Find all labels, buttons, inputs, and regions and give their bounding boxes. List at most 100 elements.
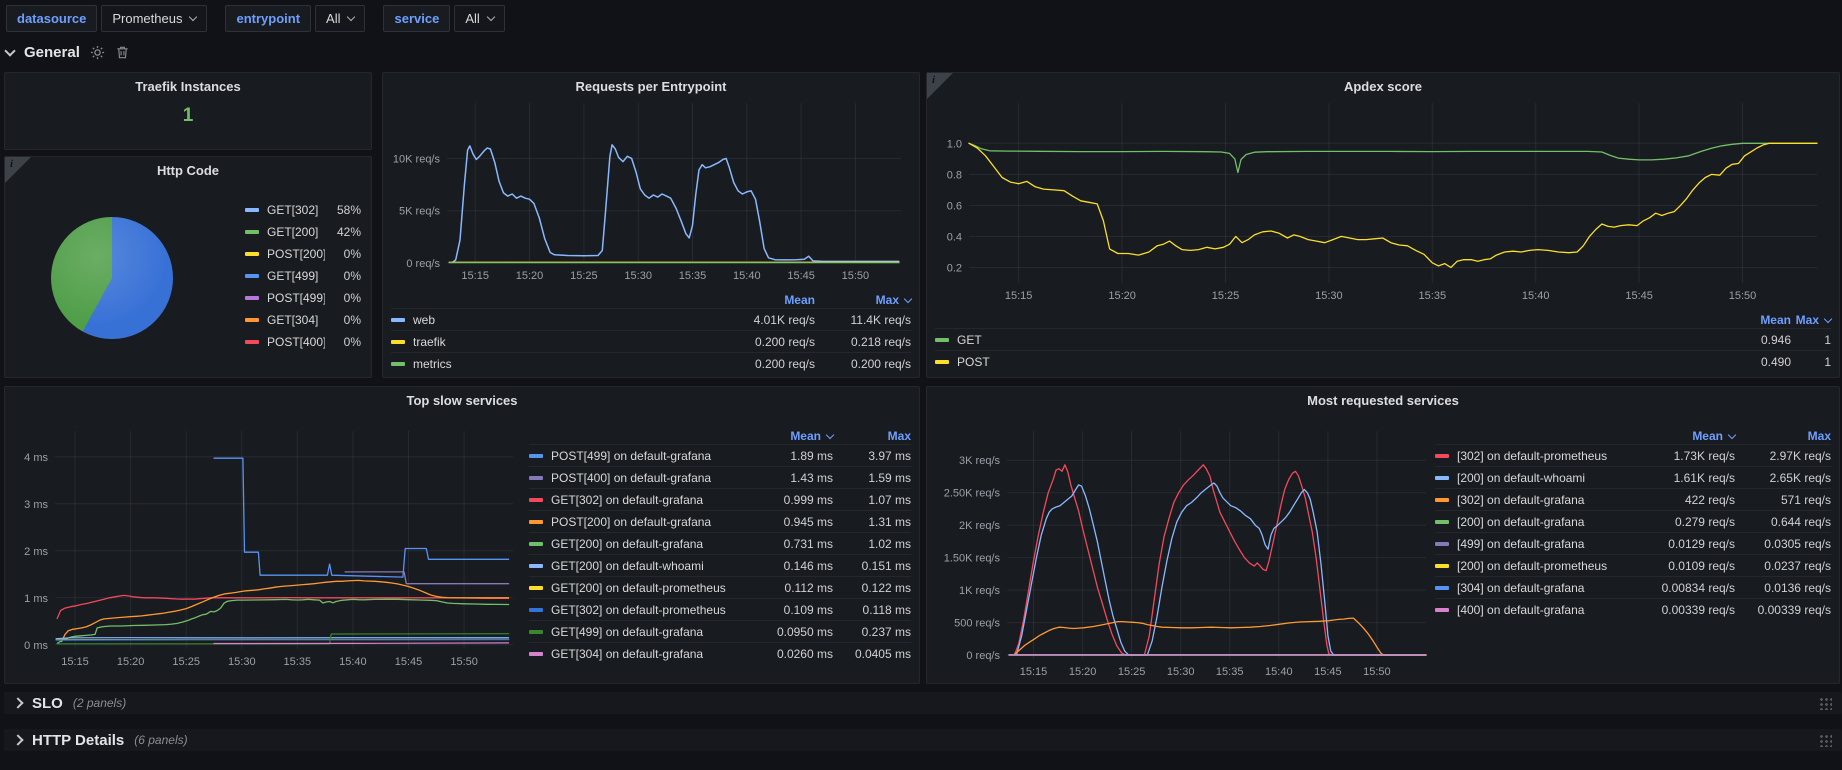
gear-icon[interactable] <box>90 45 105 60</box>
panel-most-requested-services: Most requested services 15:1515:2015:251… <box>926 386 1840 684</box>
legend-row[interactable]: GET[302] on default-grafana0.999 ms1.07 … <box>529 488 911 510</box>
variable-entrypoint-dropdown[interactable]: All <box>315 5 365 32</box>
svg-text:0.2: 0.2 <box>947 263 962 275</box>
legend-row[interactable]: [304] on default-grafana0.00834 req/s0.0… <box>1435 576 1831 598</box>
legend-row[interactable]: web4.01K req/s11.4K req/s <box>391 308 911 330</box>
legend-value: 0.00339 req/s <box>1637 603 1735 617</box>
drag-handle-icon[interactable] <box>1819 697 1832 710</box>
legend-row[interactable]: POST[400]0% <box>245 331 361 353</box>
legend-row[interactable]: GET[499]0% <box>245 265 361 287</box>
panel-title[interactable]: Requests per Entrypoint <box>413 79 889 94</box>
legend-row[interactable]: GET[302]58% <box>245 199 361 221</box>
sort-caret-icon <box>1824 314 1832 322</box>
row-general-header[interactable]: General <box>6 40 130 64</box>
legend-value: 0.237 ms <box>833 625 911 639</box>
legend-row[interactable]: GET[499] on default-grafana0.0950 ms0.23… <box>529 620 911 642</box>
legend-value: 0.0950 ms <box>759 625 833 639</box>
legend-label: metrics <box>413 357 723 371</box>
pie-chart[interactable] <box>51 217 173 339</box>
most-requested-timeseries-chart[interactable]: 15:1515:2015:2515:3015:3515:4015:4515:50… <box>935 427 1432 679</box>
legend-label: GET[302] on default-prometheus <box>551 603 759 617</box>
legend-row[interactable]: GET[200]42% <box>245 221 361 243</box>
legend-row[interactable]: POST[499] on default-grafana1.89 ms3.97 … <box>529 444 911 466</box>
panel-top-slow-services: Top slow services 15:1515:2015:2515:3015… <box>4 386 920 684</box>
panel-title[interactable]: Traefik Instances <box>35 79 341 94</box>
row-slo-header[interactable]: SLO (2 panels) <box>4 692 1842 714</box>
variable-entrypoint: entrypoint All <box>225 5 365 32</box>
svg-text:3 ms: 3 ms <box>24 499 48 511</box>
legend-row[interactable]: POST[200]0% <box>245 243 361 265</box>
legend-row[interactable]: [200] on default-prometheus0.0109 req/s0… <box>1435 554 1831 576</box>
legend-sort-max[interactable]: Max <box>1791 313 1831 327</box>
legend-sort-max[interactable]: Max <box>815 293 911 307</box>
row-general-title: General <box>24 44 80 61</box>
row-http-details-header[interactable]: HTTP Details (6 panels) <box>4 729 1842 751</box>
panel-title[interactable]: Top slow services <box>35 393 889 408</box>
svg-text:1K req/s: 1K req/s <box>959 585 1000 597</box>
legend-value: 1.31 ms <box>833 515 911 529</box>
legend-row[interactable]: metrics0.200 req/s0.200 req/s <box>391 352 911 374</box>
legend-row[interactable]: GET[200] on default-grafana0.731 ms1.02 … <box>529 532 911 554</box>
svg-text:15:35: 15:35 <box>1216 666 1244 678</box>
legend-value: 0.644 req/s <box>1735 515 1831 529</box>
series-color-swatch <box>245 252 259 256</box>
svg-text:15:25: 15:25 <box>1212 290 1240 302</box>
legend-value: 3.97 ms <box>833 449 911 463</box>
legend-row[interactable]: traefik0.200 req/s0.218 req/s <box>391 330 911 352</box>
apdex-timeseries-chart[interactable]: 15:1515:2015:2515:3015:3515:4015:4515:50… <box>935 97 1831 309</box>
drag-handle-icon[interactable] <box>1819 734 1832 747</box>
legend-sort-mean[interactable]: Mean <box>759 429 833 443</box>
legend-row[interactable]: [200] on default-whoami1.61K req/s2.65K … <box>1435 466 1831 488</box>
legend-row[interactable]: GET[200] on default-whoami0.146 ms0.151 … <box>529 554 911 576</box>
legend-row[interactable]: GET[200] on default-prometheus0.112 ms0.… <box>529 576 911 598</box>
legend-row[interactable]: [400] on default-grafana0.00339 req/s0.0… <box>1435 598 1831 620</box>
trash-icon[interactable] <box>115 45 130 60</box>
legend-row[interactable]: GET[304]0% <box>245 309 361 331</box>
legend-row[interactable]: GET[302] on default-prometheus0.109 ms0.… <box>529 598 911 620</box>
series-color-swatch <box>1435 498 1449 502</box>
svg-text:15:50: 15:50 <box>1363 666 1391 678</box>
requests-timeseries-chart[interactable]: 15:1515:2015:2515:3015:3515:4015:4515:50… <box>391 97 911 289</box>
panel-title[interactable]: Http Code <box>35 163 341 178</box>
legend-row[interactable]: [302] on default-prometheus1.73K req/s2.… <box>1435 444 1831 466</box>
series-color-swatch <box>245 230 259 234</box>
panel-legend: MeanMaxweb4.01K req/s11.4K req/straefik0… <box>391 291 911 374</box>
legend-value: 1.73K req/s <box>1637 449 1735 463</box>
legend-row[interactable]: POST[200] on default-grafana0.945 ms1.31… <box>529 510 911 532</box>
panel-legend: MeanMaxPOST[499] on default-grafana1.89 … <box>529 427 911 664</box>
legend-row[interactable]: GET[304] on default-grafana0.0260 ms0.04… <box>529 642 911 664</box>
legend-row[interactable]: POST[499]0% <box>245 287 361 309</box>
svg-text:15:15: 15:15 <box>1020 666 1048 678</box>
legend-label: GET <box>957 333 1727 347</box>
legend-row[interactable]: [302] on default-grafana422 req/s571 req… <box>1435 488 1831 510</box>
panel-info-icon[interactable]: i <box>927 73 953 99</box>
legend-row[interactable]: POST0.4901 <box>935 350 1831 372</box>
legend-value: 571 req/s <box>1735 493 1831 507</box>
panel-title[interactable]: Apdex score <box>957 79 1809 94</box>
legend-value: 0.279 req/s <box>1637 515 1735 529</box>
panel-title[interactable]: Most requested services <box>957 393 1809 408</box>
legend-row[interactable]: GET0.9461 <box>935 328 1831 350</box>
svg-text:3K req/s: 3K req/s <box>959 455 1000 467</box>
svg-text:15:45: 15:45 <box>395 656 423 668</box>
legend-sort-mean[interactable]: Mean <box>1727 313 1791 327</box>
top-slow-timeseries-chart[interactable]: 15:1515:2015:2515:3015:3515:4015:4515:50… <box>13 427 521 679</box>
variable-service-dropdown[interactable]: All <box>454 5 504 32</box>
legend-sort-max[interactable]: Max <box>833 429 911 443</box>
legend-sort-mean[interactable]: Mean <box>723 293 815 307</box>
legend-sort-max[interactable]: Max <box>1735 429 1831 443</box>
legend-value: 0% <box>325 269 361 283</box>
panel-info-icon[interactable]: i <box>5 157 31 183</box>
legend-row[interactable]: [200] on default-grafana0.279 req/s0.644… <box>1435 510 1831 532</box>
variable-service: service All <box>383 5 504 32</box>
legend-value: 0.0237 req/s <box>1735 559 1831 573</box>
legend-value: 1.02 ms <box>833 537 911 551</box>
variable-datasource-dropdown[interactable]: Prometheus <box>101 5 207 32</box>
legend-value: 0% <box>325 313 361 327</box>
svg-text:15:35: 15:35 <box>284 656 312 668</box>
legend-row[interactable]: [499] on default-grafana0.0129 req/s0.03… <box>1435 532 1831 554</box>
legend-row[interactable]: POST[400] on default-grafana1.43 ms1.59 … <box>529 466 911 488</box>
svg-text:1.50K req/s: 1.50K req/s <box>944 553 1001 565</box>
svg-text:4 ms: 4 ms <box>24 452 48 464</box>
legend-sort-mean[interactable]: Mean <box>1637 429 1735 443</box>
